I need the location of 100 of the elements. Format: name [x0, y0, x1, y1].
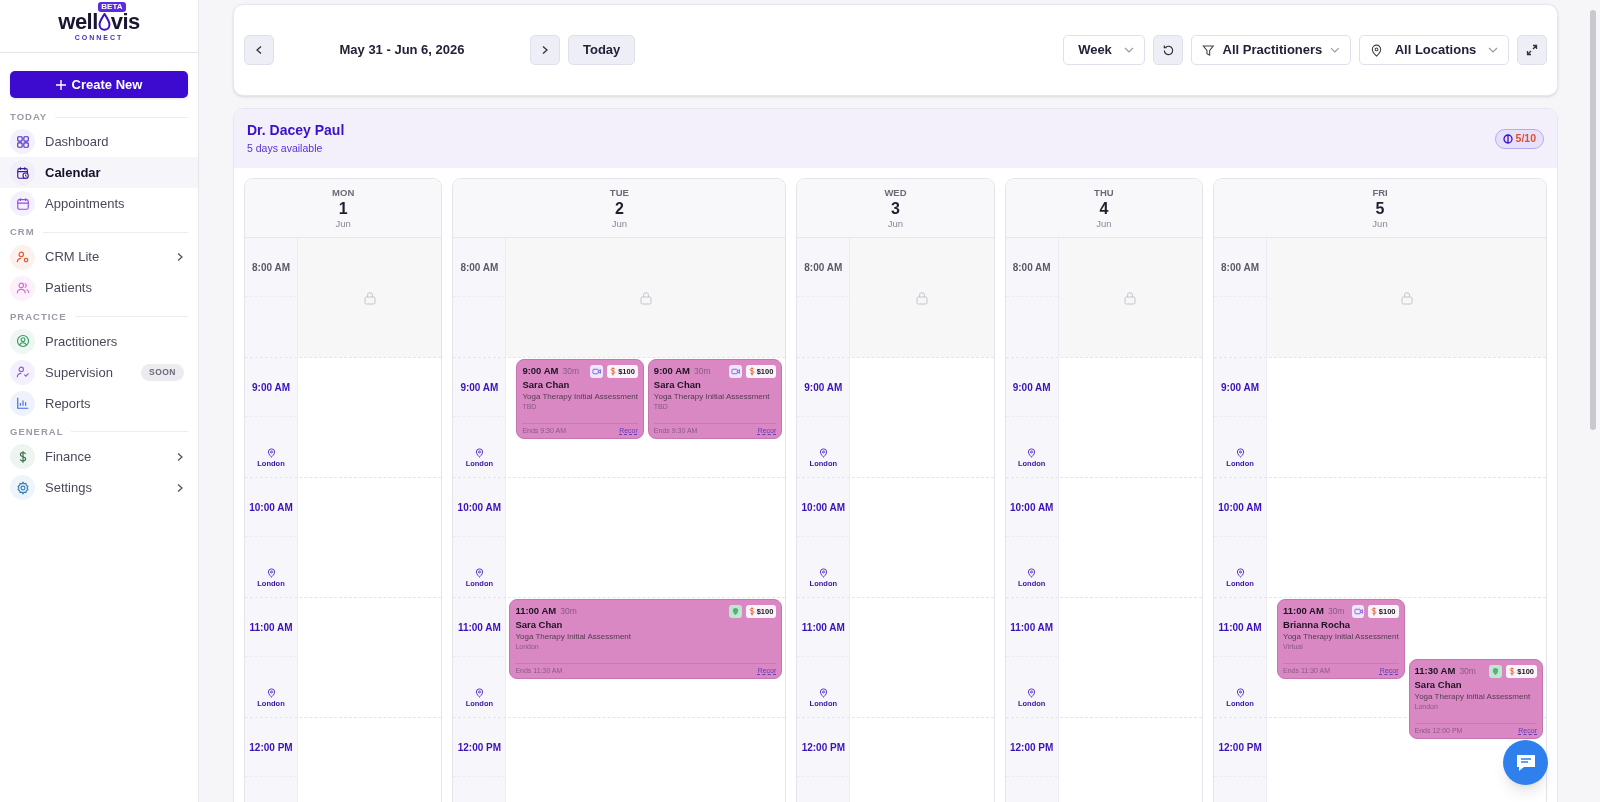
time-label: 10:00 AM — [1009, 500, 1054, 515]
day-number: 5 — [1375, 198, 1385, 218]
duration-label: 30m — [693, 364, 711, 378]
scrollbar[interactable] — [1590, 10, 1596, 430]
duration-label: 30m — [1327, 604, 1345, 618]
nav-item[interactable]: Reports — [0, 387, 198, 419]
chat-bubble-icon — [1514, 752, 1537, 773]
nav-item[interactable]: Supervision SOON — [0, 356, 198, 388]
lock-icon — [915, 290, 929, 305]
patient-name: Sara Chan — [1414, 678, 1463, 692]
nav-item[interactable]: Settings — [0, 472, 198, 503]
location-filter[interactable]: All Locations — [1359, 35, 1509, 65]
nav-item[interactable]: CRM Lite — [0, 241, 198, 273]
appointment-time: 9:00 AM — [653, 364, 690, 378]
appointment-time: 11:00 AM — [515, 604, 557, 618]
filter-icon — [1202, 43, 1215, 57]
time-label: 12:00 PM — [801, 740, 845, 755]
lock-icon — [1399, 290, 1414, 305]
duration-label: 30m — [560, 604, 577, 618]
time-label: 8:00 AM — [1221, 260, 1260, 275]
weekday-label: TUE — [609, 186, 629, 199]
lock-icon — [638, 290, 653, 305]
month-label: Jun — [1096, 217, 1112, 230]
location-pin-icon — [266, 567, 276, 578]
location-pin-icon — [818, 687, 828, 698]
service-name: Yoga Therapy Initial Assessment — [515, 631, 632, 643]
nav-item[interactable]: Dashboard — [0, 126, 198, 158]
view-dropdown[interactable]: Week — [1063, 35, 1145, 65]
weekday-label: WED — [884, 186, 907, 199]
date-range: May 31 - Jun 6, 2026 — [338, 41, 466, 60]
service-name: Yoga Therapy Initial Assessment — [653, 391, 771, 403]
nav-item[interactable]: Calendar — [0, 157, 198, 189]
time-label: 11:00 AM — [1010, 620, 1054, 635]
duration-label: 30m — [562, 364, 579, 378]
time-label: 9:00 AM — [460, 380, 499, 395]
time-label: 10:00 AM — [457, 500, 502, 515]
chevron-right-icon — [541, 45, 549, 55]
plus-icon — [55, 79, 66, 90]
nav-item[interactable]: Practitioners — [0, 325, 198, 357]
location-pin-icon — [818, 447, 828, 458]
user-gear-icon — [15, 250, 30, 264]
settings-icon — [15, 480, 30, 495]
time-label: 12:00 PM — [1010, 740, 1054, 755]
lock-icon — [1123, 290, 1138, 305]
appointment-time: 11:30 AM — [1414, 664, 1456, 678]
nav-item[interactable]: Patients — [0, 272, 198, 304]
time-label: 11:00 AM — [1218, 620, 1262, 635]
nav-item[interactable]: Finance — [0, 441, 198, 472]
location-pin-icon — [1027, 567, 1037, 578]
patient-name: Brianna Rocha — [1283, 618, 1352, 632]
time-label: 8:00 AM — [1012, 260, 1051, 275]
bar-chart-icon — [15, 396, 30, 411]
time-label: 12:00 PM — [457, 740, 502, 755]
dollar-icon — [1370, 606, 1377, 616]
droplet-icon — [97, 13, 111, 31]
location-pin-icon — [266, 687, 276, 698]
refresh-button[interactable] — [1153, 35, 1183, 65]
patient-name: Sara Chan — [653, 378, 702, 392]
dollar-icon — [748, 606, 755, 616]
month-label: Jun — [611, 217, 627, 230]
availability-text: 5 days available — [247, 141, 324, 157]
day-number: 2 — [614, 198, 624, 218]
section-heading: TODAY — [10, 110, 48, 124]
duration-label: 30m — [1459, 664, 1476, 678]
user-circle-icon — [15, 334, 30, 349]
practitioner-filter[interactable]: All Practitioners — [1191, 35, 1351, 65]
section-heading: GENERAL — [10, 424, 64, 439]
calendar-clock-icon — [15, 165, 30, 180]
month-label: Jun — [1372, 217, 1388, 230]
time-label: 12:00 PM — [249, 740, 293, 755]
chevron-down-icon — [1330, 47, 1340, 53]
time-label: 9:00 AM — [804, 380, 843, 395]
day-number: 1 — [338, 198, 348, 218]
chevron-down-icon — [1124, 47, 1134, 53]
weekday-label: MON — [332, 186, 355, 199]
service-name: Yoga Therapy Initial Assessment — [522, 391, 638, 403]
location-pin-icon — [1235, 687, 1245, 698]
location-pin-icon — [1235, 567, 1245, 578]
time-label: 10:00 AM — [249, 500, 293, 515]
location-pin-icon — [474, 567, 484, 578]
month-label: Jun — [335, 217, 351, 230]
today-button[interactable]: Today — [568, 35, 636, 65]
soon-badge: SOON — [140, 363, 184, 381]
patient-name: Sara Chan — [522, 378, 571, 392]
wellovis-logo[interactable]: well vis — [58, 11, 140, 33]
location-pin-icon — [1027, 447, 1037, 458]
time-label: 11:00 AM — [249, 620, 293, 635]
create-new-button[interactable]: Create New — [10, 71, 188, 98]
chevron-down-icon — [1488, 47, 1498, 53]
time-label: 9:00 AM — [1221, 380, 1260, 395]
half-circle-icon — [1502, 133, 1513, 144]
section-heading: CRM — [10, 225, 35, 240]
time-label: 10:00 AM — [1218, 500, 1262, 515]
day-number: 4 — [1099, 198, 1109, 218]
location-pin-icon — [1027, 687, 1037, 698]
service-name: Yoga Therapy Initial Assessment — [1414, 691, 1532, 703]
expand-button[interactable] — [1517, 35, 1547, 65]
beta-badge: BETA — [98, 2, 126, 12]
nav-item[interactable]: Appointments — [0, 188, 198, 220]
location-pin-icon — [1235, 447, 1245, 458]
